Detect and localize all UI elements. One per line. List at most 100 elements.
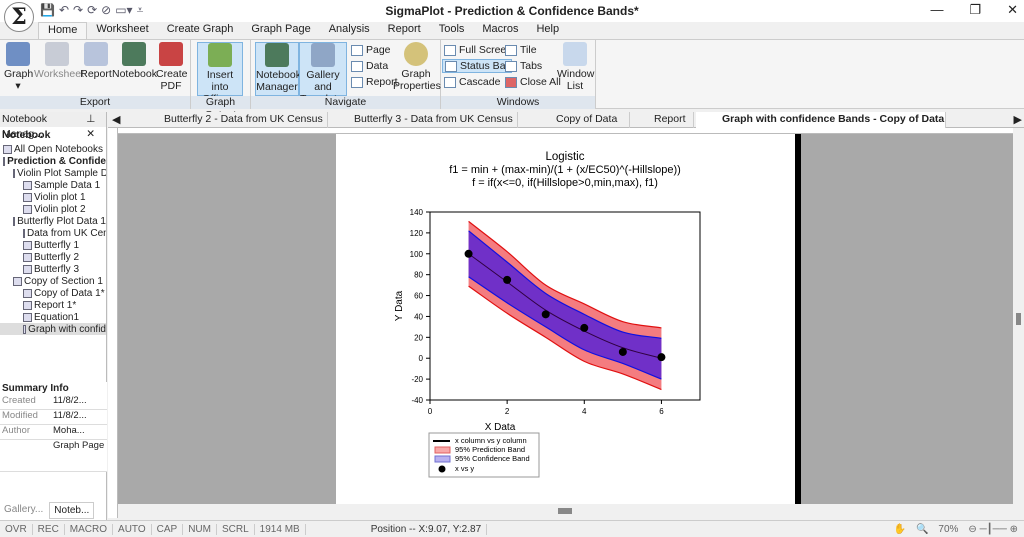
app-logo[interactable]: Σ bbox=[4, 2, 34, 32]
equation-icon bbox=[23, 312, 32, 322]
tile-button[interactable]: Tile bbox=[505, 44, 537, 56]
pin-close-icon[interactable]: ⊥ ✕ bbox=[86, 112, 106, 140]
tree-item[interactable]: Butterfly Plot Data 1 bbox=[0, 215, 106, 227]
gallery-templates-button[interactable]: Gallery and Templates bbox=[299, 42, 348, 105]
summary-value: 11/8/2... bbox=[53, 395, 87, 406]
stop-icon[interactable]: ⊘ bbox=[101, 3, 111, 18]
tree-item[interactable]: Prediction & Confide bbox=[0, 155, 106, 167]
y-tick-label: 140 bbox=[410, 208, 424, 217]
y-tick-label: 60 bbox=[414, 292, 423, 301]
refresh-icon[interactable]: ⟳ bbox=[87, 3, 97, 18]
notebook-manager-button[interactable]: Notebook Manager bbox=[255, 42, 301, 96]
page-icon bbox=[351, 44, 363, 56]
tree-item-label: Butterfly Plot Data 1 bbox=[17, 215, 106, 227]
gallery-tab[interactable]: Gallery... bbox=[0, 502, 47, 519]
minimize-icon[interactable]: — bbox=[930, 2, 943, 18]
ribbon-tab-macros[interactable]: Macros bbox=[473, 22, 527, 39]
x-tick-label: 4 bbox=[582, 407, 587, 416]
tree-item[interactable]: Graph with confid bbox=[0, 323, 106, 335]
tree-item[interactable]: Equation1 bbox=[0, 311, 106, 323]
tab-butterfly-2[interactable]: Butterfly 2 - Data from UK Census 2021 bbox=[138, 112, 328, 140]
report-nav-button[interactable]: Report bbox=[351, 76, 398, 88]
navigate-group-label: Navigate bbox=[251, 96, 440, 109]
tab-scroll-left-icon[interactable]: ◀ bbox=[112, 113, 120, 126]
ribbon-tab-worksheet[interactable]: Worksheet bbox=[87, 22, 157, 39]
tab-copy-of-data-1[interactable]: Copy of Data 1* bbox=[530, 112, 630, 140]
restore-icon[interactable]: ❐ bbox=[969, 2, 981, 18]
zoom-slider[interactable]: ⊖ ─┃── ⊕ bbox=[968, 524, 1018, 535]
tabs-button[interactable]: Tabs bbox=[505, 60, 542, 72]
legend-entry: x vs y bbox=[455, 464, 474, 473]
ribbon-tab-graph-page[interactable]: Graph Page bbox=[242, 22, 319, 39]
chart-title-line: Logistic bbox=[546, 151, 585, 163]
tree-item[interactable]: Butterfly 3 bbox=[0, 263, 106, 275]
status-indicator: CAP bbox=[152, 523, 184, 535]
tree-item[interactable]: Violin Plot Sample D bbox=[0, 167, 106, 179]
vertical-scrollbar[interactable] bbox=[1013, 128, 1024, 518]
graph-properties-button[interactable]: Graph Properties bbox=[393, 42, 441, 92]
data-button[interactable]: Data bbox=[351, 60, 388, 72]
tab-scroll-right-icon[interactable]: ▶ bbox=[1014, 113, 1022, 126]
tree-item[interactable]: Butterfly 1 bbox=[0, 239, 106, 251]
customize-icon[interactable]: ⩡ bbox=[137, 3, 144, 18]
ribbon-tab-report[interactable]: Report bbox=[379, 22, 430, 39]
hand-icon[interactable]: ✋ bbox=[893, 524, 905, 535]
ribbon-tab-help[interactable]: Help bbox=[527, 22, 568, 39]
report-button[interactable]: Report bbox=[80, 42, 112, 80]
summary-row: Graph Page bbox=[0, 440, 107, 472]
ribbon-tabs: Home Worksheet Create Graph Graph Page Analy… bbox=[38, 22, 568, 39]
tree-item[interactable]: All Open Notebooks bbox=[0, 143, 106, 155]
ribbon-tab-analysis[interactable]: Analysis bbox=[320, 22, 379, 39]
undo-icon[interactable]: ↶ bbox=[59, 3, 69, 18]
ribbon-tab-create-graph[interactable]: Create Graph bbox=[158, 22, 243, 39]
tree-item-label: Copy of Section 1 bbox=[24, 275, 103, 287]
page-shadow bbox=[795, 134, 801, 504]
tree-item[interactable]: Report 1* bbox=[0, 299, 106, 311]
tree-item[interactable]: Violin plot 1 bbox=[0, 191, 106, 203]
create-pdf-button[interactable]: Create PDF bbox=[156, 42, 188, 92]
full-screen-button[interactable]: Full Screen bbox=[444, 44, 512, 56]
graph-page[interactable]: Logistic f1 = min + (max-min)/(1 + (x/EC5… bbox=[336, 134, 796, 504]
x-tick-label: 6 bbox=[659, 407, 664, 416]
tree-item-label: Butterfly 2 bbox=[34, 251, 80, 263]
notebook-tab[interactable]: Noteb... bbox=[49, 502, 95, 519]
notebook-button[interactable]: Notebook bbox=[112, 42, 157, 80]
app-title: SigmaPlot - Prediction & Confidence Band… bbox=[385, 4, 639, 18]
report-icon bbox=[23, 300, 32, 310]
tree-item-label: Graph with confid bbox=[28, 323, 106, 335]
redo-icon[interactable]: ↷ bbox=[73, 3, 83, 18]
y-tick-label: -20 bbox=[411, 375, 423, 384]
data-point bbox=[464, 249, 473, 258]
save-icon[interactable]: 💾 bbox=[40, 3, 55, 18]
tab-graph-with-confidence-bands[interactable]: Graph with confidence Bands - Copy of Da… bbox=[696, 112, 946, 140]
zoom-icon[interactable]: 🔍 bbox=[916, 524, 928, 535]
tree-item[interactable]: Butterfly 2 bbox=[0, 251, 106, 263]
summary-row: Modified 11/8/2... bbox=[0, 410, 107, 425]
window-icon[interactable]: ▭▾ bbox=[115, 3, 132, 18]
ribbon-tab-home[interactable]: Home bbox=[38, 22, 88, 39]
tab-butterfly-3[interactable]: Butterfly 3 - Data from UK Census 2021 bbox=[328, 112, 518, 140]
status-bar-button[interactable]: Status Bar bbox=[442, 59, 513, 73]
close-icon[interactable]: ✕ bbox=[1007, 2, 1018, 18]
graph-button[interactable]: Graph ▾ bbox=[4, 42, 33, 92]
insert-into-office-button[interactable]: Insert into Office ▾ bbox=[197, 42, 243, 105]
worksheet-button[interactable]: Worksheet bbox=[34, 42, 84, 80]
legend-point-swatch bbox=[438, 465, 446, 473]
tree-item[interactable]: Data from UK Cen bbox=[0, 227, 106, 239]
tree-item[interactable]: Copy of Data 1* bbox=[0, 287, 106, 299]
window-list-button[interactable]: Window List bbox=[557, 42, 594, 92]
page-button[interactable]: Page bbox=[351, 44, 391, 56]
tree-item[interactable]: Sample Data 1 bbox=[0, 179, 106, 191]
ribbon-tab-tools[interactable]: Tools bbox=[430, 22, 474, 39]
position-readout: Position -- X:9.07, Y:2.87 bbox=[366, 523, 488, 535]
horizontal-scrollbar[interactable] bbox=[118, 504, 1013, 518]
legend-prediction-swatch bbox=[434, 446, 451, 454]
tree-item[interactable]: Violin plot 2 bbox=[0, 203, 106, 215]
graph-canvas[interactable]: Logistic f1 = min + (max-min)/(1 + (x/EC5… bbox=[118, 134, 1013, 504]
status-indicator: SCRL bbox=[217, 523, 255, 535]
tab-report-1[interactable]: Report 1* bbox=[628, 112, 694, 140]
chart[interactable]: Logisticf1 = min + (max-min)/(1 + (x/EC5… bbox=[336, 134, 796, 504]
cascade-button[interactable]: Cascade bbox=[444, 76, 500, 88]
close-all-button[interactable]: Close All bbox=[505, 76, 561, 88]
tree-item[interactable]: Copy of Section 1 bbox=[0, 275, 106, 287]
